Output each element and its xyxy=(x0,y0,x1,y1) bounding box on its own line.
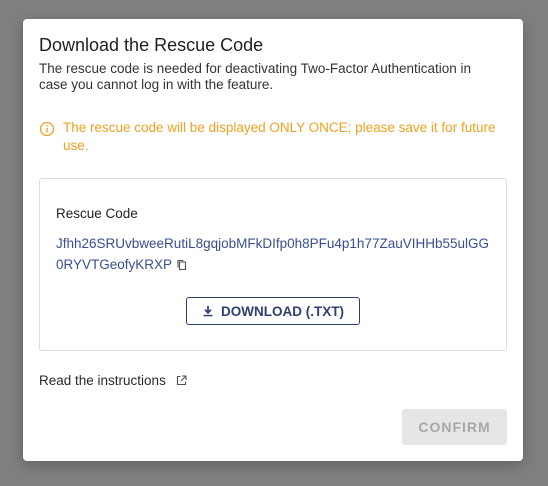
info-circle-icon xyxy=(39,121,55,137)
rescue-code-value-container: Jfhh26SRUvbweeRutiL8gqjobMFkDIfp0h8PFu4p… xyxy=(56,233,496,275)
external-link-icon xyxy=(176,375,187,386)
download-txt-button[interactable]: DOWNLOAD (.TXT) xyxy=(186,297,360,325)
warning-text: The rescue code will be displayed ONLY O… xyxy=(63,120,496,153)
confirm-button[interactable]: CONFIRM xyxy=(402,409,507,445)
download-button-label: DOWNLOAD (.TXT) xyxy=(221,303,344,319)
read-instructions-link[interactable]: Read the instructions xyxy=(39,373,187,388)
rescue-code-box: Rescue Code Jfhh26SRUvbweeRutiL8gqjobMFk… xyxy=(39,178,507,351)
copy-icon[interactable] xyxy=(176,259,188,271)
rescue-code-value[interactable]: Jfhh26SRUvbweeRutiL8gqjobMFkDIfp0h8PFu4p… xyxy=(56,236,489,272)
dialog-description: The rescue code is needed for deactivati… xyxy=(39,61,472,92)
download-icon xyxy=(203,306,213,317)
read-instructions-label: Read the instructions xyxy=(39,373,166,388)
warning-message: The rescue code will be displayed ONLY O… xyxy=(39,119,499,155)
rescue-code-label: Rescue Code xyxy=(56,206,138,221)
rescue-code-dialog: Download the Rescue Code The rescue code… xyxy=(23,19,523,461)
dialog-title: Download the Rescue Code xyxy=(39,35,264,55)
